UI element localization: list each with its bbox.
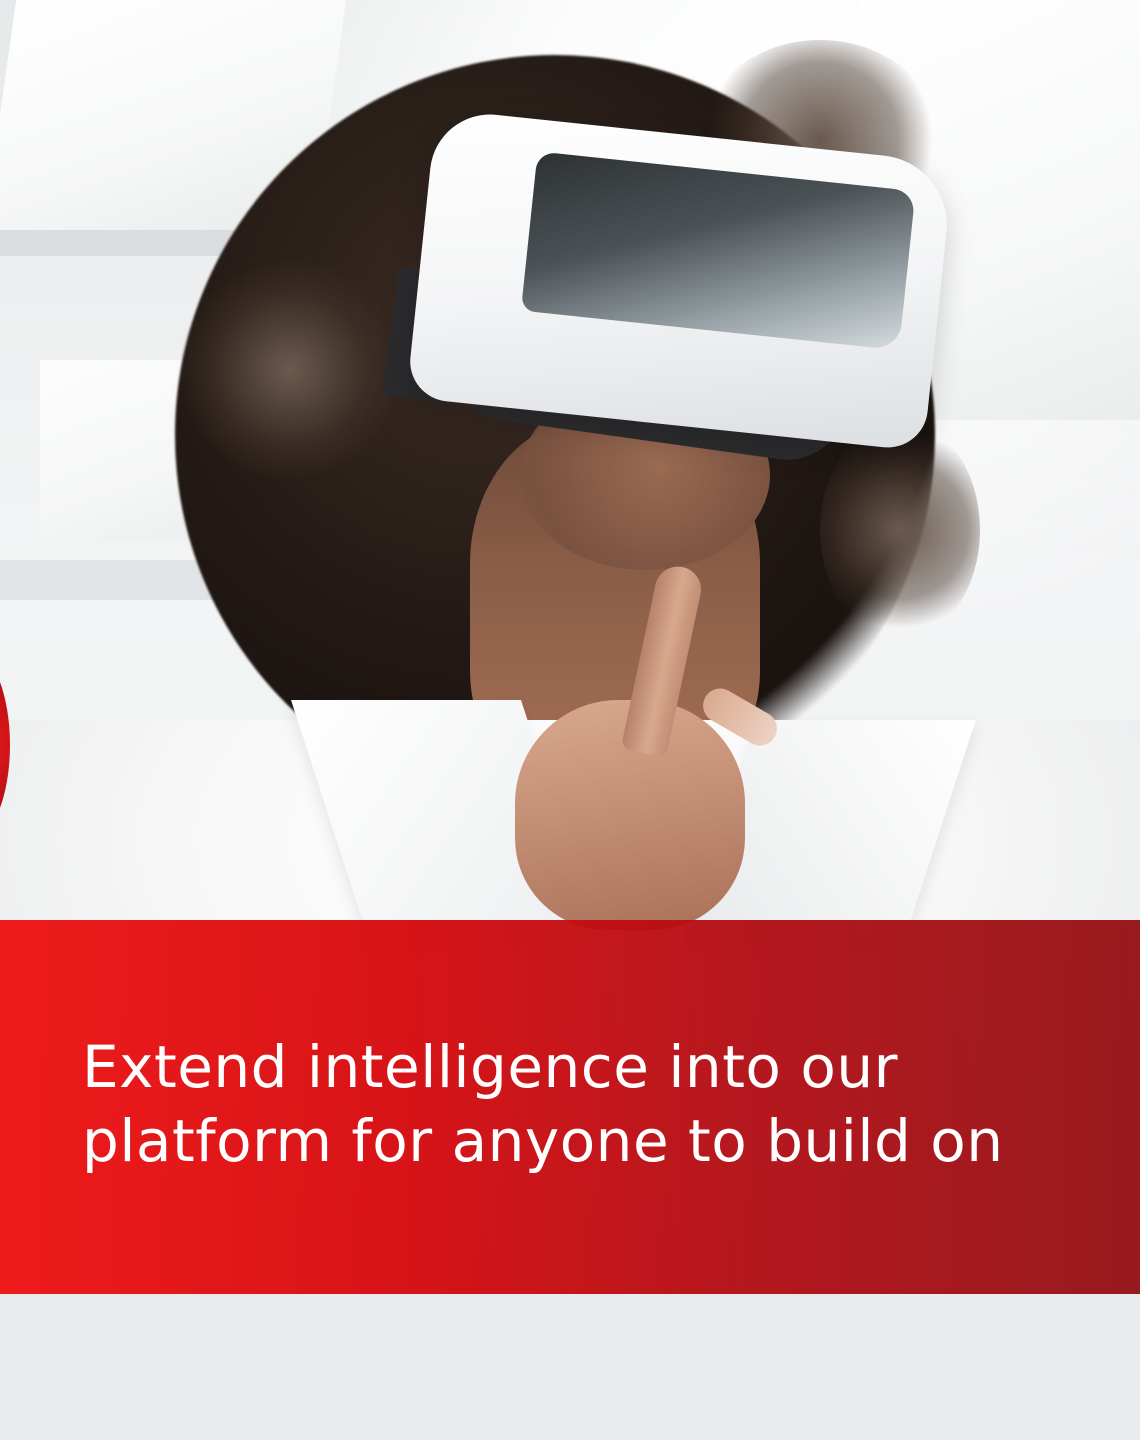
vr-headset bbox=[406, 108, 954, 452]
hair-highlight bbox=[820, 420, 980, 640]
headset-visor bbox=[520, 151, 916, 351]
banner-headline-line-1: Extend intelligence into our bbox=[82, 1033, 898, 1101]
hair-highlight bbox=[180, 260, 400, 480]
banner-headline: Extend intelligence into our platform fo… bbox=[82, 1030, 1082, 1178]
banner-headline-line-2: platform for anyone to build on bbox=[82, 1107, 1004, 1175]
